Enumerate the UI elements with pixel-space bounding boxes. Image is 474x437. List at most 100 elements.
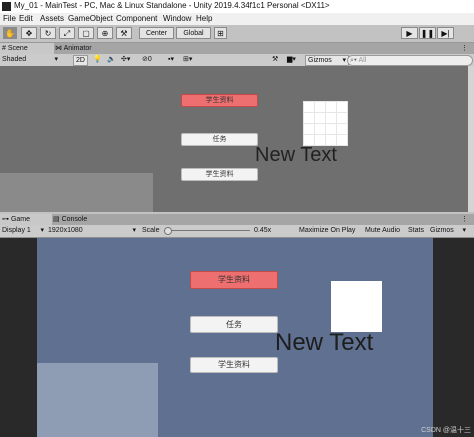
shading-dropdown[interactable]: Shaded ▾ [2, 55, 60, 64]
step-button[interactable]: ▶| [437, 27, 454, 39]
rect-tool-button[interactable]: ▢ [78, 27, 94, 39]
resolution-label: 1920x1080 [48, 227, 83, 234]
rotate-icon: ↻ [44, 29, 52, 38]
play-button[interactable]: ▶ [401, 27, 418, 39]
menu-edit[interactable]: Edit [19, 14, 33, 23]
light-bulb-icon: 💡 [93, 56, 102, 63]
display-label: Display 1 [2, 227, 31, 234]
shading-label: Shaded [2, 56, 27, 63]
transform-icon: ⊕ [101, 29, 109, 38]
render-mode-button[interactable]: ▆▾ [287, 55, 296, 64]
scene-search-input[interactable]: ⌕▾ All [347, 55, 473, 66]
effects-dropdown[interactable]: ✣▾ [121, 55, 130, 64]
search-icon: ⌕▾ [350, 57, 357, 64]
2d-toggle[interactable]: 2D [73, 55, 88, 66]
tab-scene-label: Scene [7, 45, 28, 52]
chevron-down-icon: ▾ [132, 227, 136, 234]
tab-scene[interactable]: # Scene [0, 43, 54, 54]
pivot-rotation-button[interactable]: Global [176, 27, 211, 39]
hand-icon: ✋ [5, 29, 15, 38]
unity-logo-icon [2, 2, 11, 11]
scene-image-panel[interactable] [0, 173, 153, 212]
scene-view[interactable]: 学生资料 任务 学生资料 New Text [0, 66, 468, 212]
game-gizmos-dropdown[interactable]: Gizmos ▾ [430, 226, 466, 235]
menu-gameobject[interactable]: GameObject [68, 14, 113, 23]
scale-tool-button[interactable]: ⤢ [59, 27, 75, 39]
scene-tab-strip: # Scene ⋈ Animator ⋮ [0, 43, 474, 54]
custom-tool-button[interactable]: ⚒ [116, 27, 132, 39]
chevron-down-icon: ▾ [342, 57, 346, 64]
lighting-toggle[interactable]: 💡 [93, 55, 102, 64]
scene-button-3-label: 学生资料 [205, 171, 234, 178]
title-bar: My_01 - MainTest - PC, Mac & Linux Stand… [0, 0, 474, 13]
hidden-count: 0 [147, 56, 152, 63]
scale-slider-thumb[interactable] [164, 227, 172, 235]
panel-menu-button[interactable]: ⋮ [459, 43, 473, 54]
menu-window[interactable]: Window [163, 14, 191, 23]
game-button-1-label: 学生资料 [218, 275, 250, 284]
tab-game[interactable]: ⊶ Game [0, 214, 52, 225]
more-icon: ⋮ [461, 216, 468, 223]
stats-toggle[interactable]: Stats [408, 226, 424, 235]
game-button-task[interactable]: 任务 [190, 316, 278, 333]
console-icon: ▤ [53, 216, 60, 223]
scene-button-student-info[interactable]: 学生资料 [181, 168, 258, 181]
menu-file[interactable]: File [3, 14, 16, 23]
transform-tool-button[interactable]: ⊕ [97, 27, 113, 39]
game-button-student-info-red[interactable]: 学生资料 [190, 271, 278, 289]
game-white-image[interactable] [331, 281, 382, 332]
pivot-mode-button[interactable]: Center [139, 27, 174, 39]
csdn-watermark: CSDN @温十三 [421, 427, 471, 434]
wrench-icon: ⚒ [272, 56, 279, 63]
scale-slider-track [164, 230, 250, 231]
scene-button-2-label: 任务 [212, 136, 227, 143]
grid-toggle[interactable]: ⊞▾ [183, 55, 192, 64]
menu-component[interactable]: Component [116, 14, 157, 23]
scene-gizmos-label: Gizmos [308, 57, 332, 64]
scene-gizmos-dropdown[interactable]: Gizmos ▾ [305, 55, 349, 66]
scale-value: 0.45x [254, 227, 272, 234]
game-view[interactable]: 学生资料 任务 学生资料 New Text [37, 238, 433, 437]
menu-bar: File Edit Assets GameObject Component Wi… [0, 13, 474, 25]
tools-button[interactable]: ⚒ [272, 55, 278, 64]
menu-help[interactable]: Help [196, 14, 212, 23]
move-tool-button[interactable]: ✥ [21, 27, 37, 39]
hand-tool-button[interactable]: ✋ [3, 27, 17, 39]
scene-button-student-info-red[interactable]: 学生资料 [181, 94, 258, 107]
mute-audio-toggle[interactable]: Mute Audio [365, 226, 400, 235]
speaker-icon: 🔈 [107, 56, 116, 63]
camera-settings-button[interactable]: ▪▾ [168, 55, 174, 64]
audio-toggle[interactable]: 🔈 [107, 55, 116, 64]
play-icon: ▶ [406, 29, 413, 38]
scene-white-image[interactable] [303, 101, 348, 146]
grid-snap-button[interactable]: ⊞ [214, 27, 227, 39]
game-new-text[interactable]: New Text [275, 329, 373, 357]
menu-assets[interactable]: Assets [40, 14, 64, 23]
rotate-tool-button[interactable]: ↻ [40, 27, 56, 39]
grid-icon: ⊞▾ [183, 56, 193, 63]
scale-slider[interactable] [164, 226, 250, 235]
tab-animator[interactable]: ⋈ Animator [53, 43, 115, 54]
resolution-dropdown[interactable]: 1920x1080 ▾ [48, 226, 136, 235]
game-button-student-info[interactable]: 学生资料 [190, 357, 278, 373]
tab-animator-label: Animator [63, 45, 92, 52]
step-icon: ▶| [441, 29, 450, 38]
scale-icon: ⤢ [63, 29, 71, 38]
display-dropdown[interactable]: Display 1 ▾ [2, 226, 44, 235]
game-gizmos-label: Gizmos [430, 227, 454, 234]
game-panel-menu-button[interactable]: ⋮ [459, 214, 473, 225]
scene-scrollbar[interactable] [468, 66, 474, 212]
grid-icon: ⊞ [217, 29, 224, 38]
chevron-down-icon: ▾ [54, 56, 58, 63]
chevron-down-icon: ▾ [40, 227, 44, 234]
visibility-toggle[interactable]: ⊘0 [142, 55, 152, 64]
more-icon: ⋮ [461, 45, 468, 52]
game-image-panel[interactable] [37, 363, 158, 437]
tab-console[interactable]: ▤ Console [51, 214, 108, 225]
scene-button-1-label: 学生资料 [205, 97, 234, 104]
scene-new-text[interactable]: New Text [255, 144, 337, 167]
scene-button-task[interactable]: 任务 [181, 133, 258, 146]
maximize-on-play-toggle[interactable]: Maximize On Play [299, 226, 355, 235]
pause-button[interactable]: ❚❚ [419, 27, 436, 39]
move-icon: ✥ [25, 29, 33, 38]
